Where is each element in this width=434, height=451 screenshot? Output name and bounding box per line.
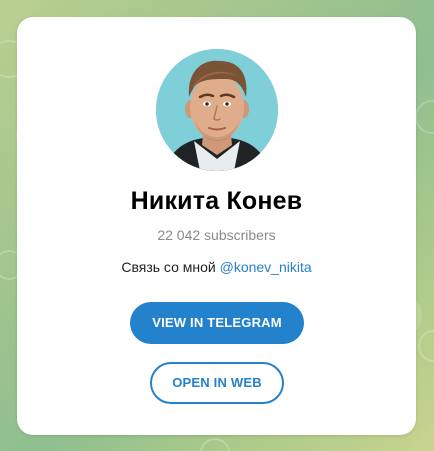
background-doodle [200,438,230,451]
background-doodle [415,100,434,134]
channel-description: Связь со мной @konev_nikita [17,259,416,275]
subscriber-count: 22 042 subscribers [157,227,276,243]
channel-card: Никита Конев 22 042 subscribers Связь со… [17,17,416,435]
background-doodle [418,330,434,362]
username-link[interactable]: @konev_nikita [220,259,312,275]
channel-name: Никита Конев [130,187,303,215]
description-text: Связь со мной [121,259,220,275]
open-in-web-button[interactable]: OPEN IN WEB [150,362,284,404]
avatar [156,49,278,171]
view-in-telegram-button[interactable]: VIEW IN TELEGRAM [130,302,304,344]
profile-photo-icon [156,49,278,171]
